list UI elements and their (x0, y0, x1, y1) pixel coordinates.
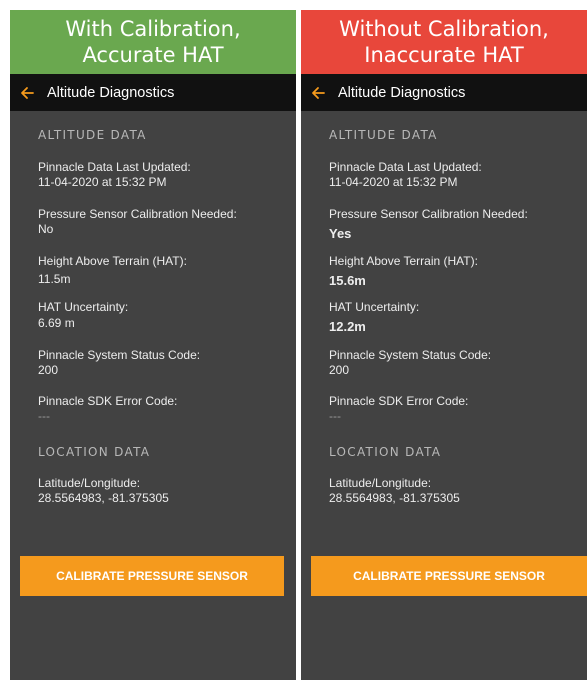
back-arrow-icon[interactable] (19, 85, 35, 101)
last-updated-label: Pinnacle Data Last Updated: (38, 160, 191, 174)
back-arrow-icon[interactable] (310, 85, 326, 101)
altitude-section-heading: ALTITUDE DATA (38, 128, 147, 142)
hat-uncertainty-value: 6.69 m (38, 316, 75, 330)
latlon-value: 28.5564983, -81.375305 (38, 491, 169, 505)
calibration-needed-field: Pressure Sensor Calibration Needed: No (38, 207, 237, 237)
hat-label: Height Above Terrain (HAT): (329, 254, 478, 268)
calibration-needed-value: Yes (329, 226, 352, 241)
sdk-error-field: Pinnacle SDK Error Code: --- (329, 394, 468, 424)
hat-uncertainty-value: 12.2m (329, 319, 366, 334)
last-updated-field: Pinnacle Data Last Updated: 11-04-2020 a… (329, 160, 482, 190)
hat-uncertainty-label: HAT Uncertainty: (38, 300, 129, 314)
banner-line-1: With Calibration, (65, 17, 241, 41)
latlon-label: Latitude/Longitude: (38, 476, 141, 490)
hat-label: Height Above Terrain (HAT): (38, 254, 187, 268)
screen-title: Altitude Diagnostics (338, 84, 466, 101)
sdk-error-label: Pinnacle SDK Error Code: (329, 394, 469, 408)
sdk-error-value: --- (38, 409, 50, 423)
status-code-field: Pinnacle System Status Code: 200 (38, 348, 200, 378)
latlon-field: Latitude/Longitude: 28.5564983, -81.3753… (329, 476, 460, 506)
hat-field: Height Above Terrain (HAT): 15.6m (329, 254, 478, 288)
banner-line-1: Without Calibration, (339, 17, 549, 41)
calibration-needed-label: Pressure Sensor Calibration Needed: (38, 207, 237, 221)
last-updated-value: 11-04-2020 at 15:32 PM (329, 175, 458, 189)
status-code-label: Pinnacle System Status Code: (329, 348, 492, 362)
latlon-label: Latitude/Longitude: (329, 476, 432, 490)
sdk-error-label: Pinnacle SDK Error Code: (38, 394, 178, 408)
screen-title: Altitude Diagnostics (47, 84, 175, 101)
status-code-field: Pinnacle System Status Code: 200 (329, 348, 491, 378)
hat-uncertainty-field: HAT Uncertainty: 12.2m (329, 300, 419, 334)
app-bar: Altitude Diagnostics (10, 74, 296, 111)
app-bar: Altitude Diagnostics (301, 74, 587, 111)
phone-screen: Altitude Diagnostics ALTITUDE DATA Pinna… (301, 74, 587, 680)
panel-banner: With Calibration, Accurate HAT (10, 10, 296, 74)
last-updated-value: 11-04-2020 at 15:32 PM (38, 175, 167, 189)
calibration-needed-field: Pressure Sensor Calibration Needed: Yes (329, 207, 528, 241)
hat-value: 11.5m (38, 272, 71, 286)
sdk-error-field: Pinnacle SDK Error Code: --- (38, 394, 177, 424)
hat-uncertainty-label: HAT Uncertainty: (329, 300, 420, 314)
sdk-error-value: --- (329, 409, 341, 423)
calibrated-panel: With Calibration, Accurate HAT Altitude … (10, 10, 296, 680)
status-code-label: Pinnacle System Status Code: (38, 348, 201, 362)
panel-banner: Without Calibration, Inaccurate HAT (301, 10, 587, 74)
hat-uncertainty-field: HAT Uncertainty: 6.69 m (38, 300, 128, 331)
uncalibrated-panel: Without Calibration, Inaccurate HAT Alti… (301, 10, 587, 680)
hat-value: 15.6m (329, 273, 366, 288)
location-section-heading: LOCATION DATA (329, 445, 442, 459)
last-updated-label: Pinnacle Data Last Updated: (329, 160, 482, 174)
calibrate-pressure-sensor-button[interactable]: CALIBRATE PRESSURE SENSOR (20, 556, 284, 596)
status-code-value: 200 (329, 363, 350, 377)
calibrate-pressure-sensor-button[interactable]: CALIBRATE PRESSURE SENSOR (311, 556, 587, 596)
calibration-needed-value: No (38, 222, 54, 236)
hat-field: Height Above Terrain (HAT): 11.5m (38, 254, 187, 287)
last-updated-field: Pinnacle Data Last Updated: 11-04-2020 a… (38, 160, 191, 190)
calibration-needed-label: Pressure Sensor Calibration Needed: (329, 207, 528, 221)
banner-line-2: Inaccurate HAT (364, 43, 524, 67)
banner-line-2: Accurate HAT (82, 43, 224, 67)
latlon-value: 28.5564983, -81.375305 (329, 491, 460, 505)
latlon-field: Latitude/Longitude: 28.5564983, -81.3753… (38, 476, 169, 506)
location-section-heading: LOCATION DATA (38, 445, 151, 459)
phone-screen: Altitude Diagnostics ALTITUDE DATA Pinna… (10, 74, 296, 680)
status-code-value: 200 (38, 363, 59, 377)
altitude-section-heading: ALTITUDE DATA (329, 128, 438, 142)
